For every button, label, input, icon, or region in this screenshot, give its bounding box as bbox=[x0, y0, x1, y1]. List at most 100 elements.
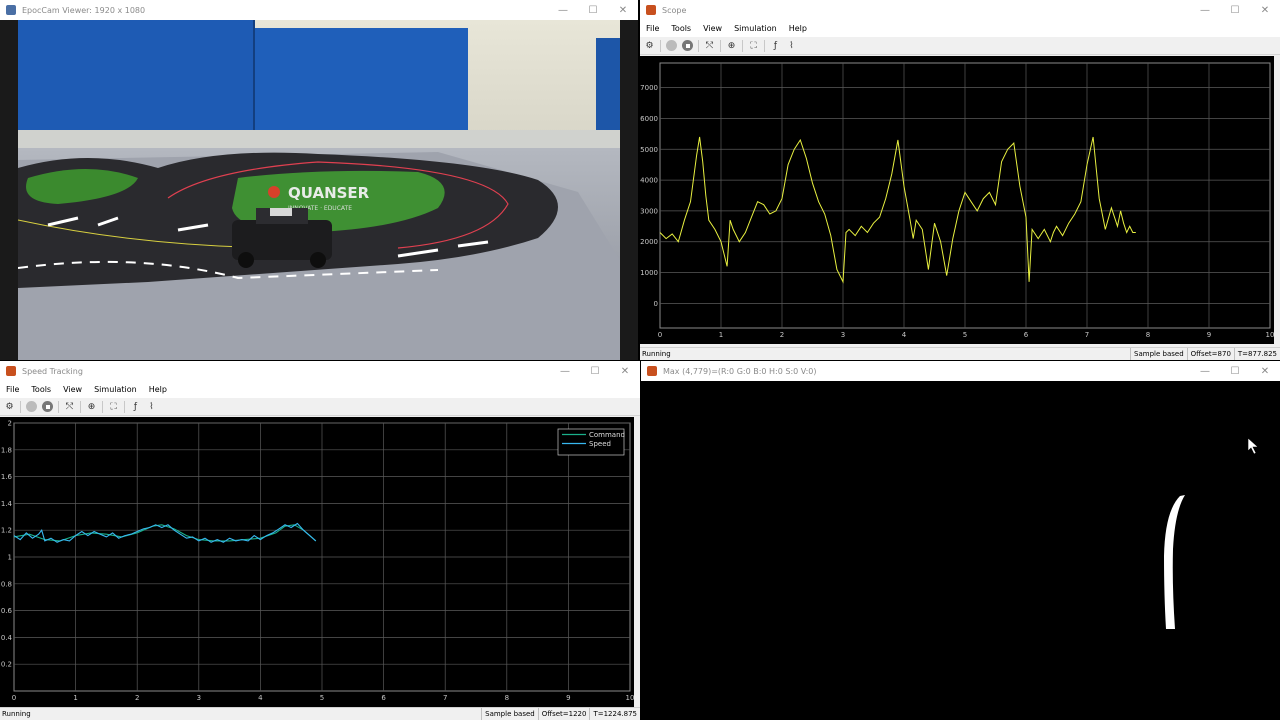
camera-feed: QUANSER INNOVATE · EDUCATE bbox=[18, 20, 620, 360]
close-icon[interactable]: ✕ bbox=[610, 361, 640, 381]
menu-view[interactable]: View bbox=[703, 24, 722, 33]
series-line-1 bbox=[659, 136, 1136, 284]
speed-sample-mode: Sample based bbox=[481, 708, 538, 720]
menu-simulation[interactable]: Simulation bbox=[734, 24, 777, 33]
y-tick-label: 1.2 bbox=[1, 527, 12, 535]
measurements-icon[interactable]: ⌇ bbox=[786, 40, 797, 51]
scope-sample-mode: Sample based bbox=[1130, 348, 1187, 360]
speed-plot-area[interactable]: 0 1 2 3 4 5 6 7 8 9 10 0.2 0.4 0.6 0.8 1 1.2 1.4 1.6 1.8 2 Co… bbox=[0, 417, 634, 707]
scope-time: T=877.825 bbox=[1233, 348, 1280, 360]
chart-legend: CommandSpeed bbox=[557, 428, 625, 456]
minimize-icon[interactable]: — bbox=[548, 0, 578, 20]
autoscale-icon[interactable]: ⛶ bbox=[108, 401, 119, 412]
close-icon[interactable]: ✕ bbox=[608, 0, 638, 20]
zoom-icon[interactable]: ⊕ bbox=[86, 401, 97, 412]
x-tick-label: 2 bbox=[780, 331, 784, 339]
run-icon[interactable] bbox=[666, 40, 677, 51]
menu-file[interactable]: File bbox=[646, 24, 659, 33]
menu-view[interactable]: View bbox=[63, 385, 82, 394]
scope-plot-area[interactable]: 0 1 2 3 4 5 6 7 8 9 10 0 1000 2000 3000 4000 5000 6000 700… bbox=[640, 56, 1274, 344]
x-tick-label: 0 bbox=[658, 331, 662, 339]
x-tick-label: 1 bbox=[719, 331, 723, 339]
speed-status-text: Running bbox=[2, 710, 31, 718]
epoccam-app-icon bbox=[6, 5, 16, 15]
camera-scene: QUANSER INNOVATE · EDUCATE bbox=[18, 20, 620, 360]
max-window-title: Max (4,779)=(R:0 G:0 B:0 H:0 S:0 V:0) bbox=[663, 366, 817, 376]
scope-statusbar: Running Sample based Offset=870 T=877.82… bbox=[640, 347, 1280, 360]
scope-status-text: Running bbox=[642, 350, 671, 358]
maximize-icon[interactable]: ☐ bbox=[1220, 361, 1250, 381]
scope-titlebar[interactable]: Scope — ☐ ✕ bbox=[640, 0, 1280, 20]
menu-help[interactable]: Help bbox=[149, 385, 167, 394]
close-icon[interactable]: ✕ bbox=[1250, 0, 1280, 20]
minimize-icon[interactable]: — bbox=[550, 361, 580, 381]
menu-tools[interactable]: Tools bbox=[671, 24, 691, 33]
highlight-block-icon[interactable]: ⤲ bbox=[704, 40, 715, 51]
y-tick-label: 7000 bbox=[640, 84, 658, 92]
x-tick-label: 9 bbox=[1207, 331, 1211, 339]
y-tick-label: 0 bbox=[654, 300, 658, 308]
quanser-logo-text: QUANSER bbox=[288, 184, 370, 202]
matlab-app-icon bbox=[646, 5, 656, 15]
x-tick-label: 5 bbox=[320, 694, 324, 702]
minimize-icon[interactable]: — bbox=[1190, 361, 1220, 381]
speed-titlebar[interactable]: Speed Tracking — ☐ ✕ bbox=[0, 361, 640, 381]
x-tick-label: 4 bbox=[902, 331, 907, 339]
series-line-speed bbox=[13, 522, 317, 543]
scope-chart: 0 1 2 3 4 5 6 7 8 9 10 0 1000 2000 3000 4000 5000 6000 700… bbox=[640, 62, 1274, 339]
minimize-icon[interactable]: — bbox=[1190, 0, 1220, 20]
stop-icon[interactable] bbox=[682, 40, 693, 51]
menu-help[interactable]: Help bbox=[789, 24, 807, 33]
settings-gear-icon[interactable]: ⚙ bbox=[4, 401, 15, 412]
run-icon[interactable] bbox=[26, 401, 37, 412]
x-tick-label: 4 bbox=[258, 694, 263, 702]
menu-file[interactable]: File bbox=[6, 385, 19, 394]
matlab-app-icon bbox=[6, 366, 16, 376]
scope-toolbar: ⚙ ⤲ ⊕ ⛶ ƒ ⌇ bbox=[640, 37, 1280, 55]
maximize-icon[interactable]: ☐ bbox=[1220, 0, 1250, 20]
y-tick-label: 1.6 bbox=[1, 473, 13, 481]
y-tick-label: 5000 bbox=[640, 146, 658, 154]
lane-marking-blob bbox=[1164, 495, 1185, 629]
speed-scrollbar[interactable] bbox=[634, 417, 640, 707]
settings-gear-icon[interactable]: ⚙ bbox=[644, 40, 655, 51]
scope-window: Scope — ☐ ✕ File Tools View Simulation H… bbox=[640, 0, 1280, 360]
legend-label-command: Command bbox=[589, 431, 625, 439]
maximize-icon[interactable]: ☐ bbox=[578, 0, 608, 20]
x-tick-label: 7 bbox=[1085, 331, 1089, 339]
mouse-cursor-icon bbox=[1247, 437, 1259, 455]
menu-simulation[interactable]: Simulation bbox=[94, 385, 137, 394]
y-tick-label: 0.6 bbox=[1, 607, 13, 615]
y-tick-label: 2 bbox=[8, 420, 12, 428]
zoom-icon[interactable]: ⊕ bbox=[726, 40, 737, 51]
y-tick-label: 6000 bbox=[640, 115, 658, 123]
y-tick-label: 1.4 bbox=[1, 500, 13, 508]
y-tick-label: 0.4 bbox=[1, 634, 13, 642]
x-tick-label: 9 bbox=[566, 694, 570, 702]
speed-time: T=1224.875 bbox=[589, 708, 640, 720]
scope-scrollbar[interactable] bbox=[1274, 56, 1280, 344]
autoscale-icon[interactable]: ⛶ bbox=[748, 40, 759, 51]
y-tick-label: 1.8 bbox=[1, 446, 12, 454]
menu-tools[interactable]: Tools bbox=[31, 385, 51, 394]
series-line-command bbox=[13, 524, 317, 542]
y-tick-label: 0.8 bbox=[1, 580, 12, 588]
triggers-icon[interactable]: ƒ bbox=[130, 401, 141, 412]
x-tick-label: 3 bbox=[197, 694, 201, 702]
highlight-block-icon[interactable]: ⤲ bbox=[64, 401, 75, 412]
max-titlebar[interactable]: Max (4,779)=(R:0 G:0 B:0 H:0 S:0 V:0) — … bbox=[641, 361, 1280, 381]
x-tick-label: 7 bbox=[443, 694, 447, 702]
y-tick-label: 4000 bbox=[640, 177, 658, 185]
x-tick-label: 6 bbox=[381, 694, 386, 702]
y-tick-label: 3000 bbox=[640, 207, 658, 215]
triggers-icon[interactable]: ƒ bbox=[770, 40, 781, 51]
maximize-icon[interactable]: ☐ bbox=[580, 361, 610, 381]
x-tick-label: 3 bbox=[841, 331, 845, 339]
close-icon[interactable]: ✕ bbox=[1250, 361, 1280, 381]
measurements-icon[interactable]: ⌇ bbox=[146, 401, 157, 412]
speed-statusbar: Running Sample based Offset=1220 T=1224.… bbox=[0, 707, 640, 720]
max-image bbox=[1164, 437, 1259, 629]
stop-icon[interactable] bbox=[42, 401, 53, 412]
speed-window-title: Speed Tracking bbox=[22, 366, 83, 376]
camera-titlebar[interactable]: EpocCam Viewer: 1920 x 1080 — ☐ ✕ bbox=[0, 0, 638, 20]
